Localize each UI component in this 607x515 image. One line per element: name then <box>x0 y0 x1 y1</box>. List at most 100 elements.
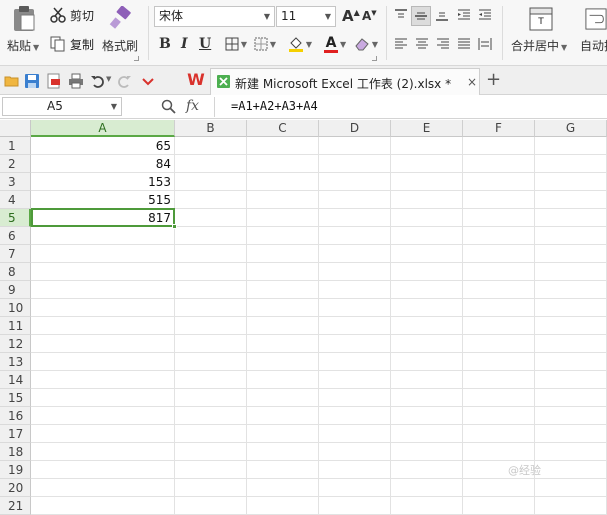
align-bottom-button[interactable] <box>433 6 451 24</box>
cell-b21[interactable] <box>175 497 247 515</box>
cell-b16[interactable] <box>175 407 247 425</box>
cell-c11[interactable] <box>247 317 319 335</box>
cell-d12[interactable] <box>319 335 391 353</box>
row-header-21[interactable]: 21 <box>0 497 31 515</box>
underline-button[interactable]: U <box>199 36 211 52</box>
cell-b4[interactable] <box>175 191 247 209</box>
cell-f7[interactable] <box>463 245 535 263</box>
cell-c4[interactable] <box>247 191 319 209</box>
align-left-button[interactable] <box>392 35 410 53</box>
cell-e5[interactable] <box>391 209 463 227</box>
row-header-4[interactable]: 4 <box>0 191 31 209</box>
row-header-3[interactable]: 3 <box>0 173 31 191</box>
cell-b19[interactable] <box>175 461 247 479</box>
undo-icon[interactable] <box>90 73 106 89</box>
cell-c12[interactable] <box>247 335 319 353</box>
cell-f13[interactable] <box>463 353 535 371</box>
cell-d15[interactable] <box>319 389 391 407</box>
cell-f6[interactable] <box>463 227 535 245</box>
cell-g3[interactable] <box>535 173 607 191</box>
cell-e2[interactable] <box>391 155 463 173</box>
cell-d13[interactable] <box>319 353 391 371</box>
clear-format-button[interactable]: ▼ <box>352 35 380 53</box>
cell-g2[interactable] <box>535 155 607 173</box>
cell-b7[interactable] <box>175 245 247 263</box>
justify-button[interactable] <box>455 35 473 53</box>
cell-a4[interactable]: 515 <box>31 191 175 209</box>
cell-f8[interactable] <box>463 263 535 281</box>
undo-dropdown-icon[interactable]: ▼ <box>106 75 111 83</box>
formula-input[interactable]: =A1+A2+A3+A4 <box>231 99 318 113</box>
cell-b6[interactable] <box>175 227 247 245</box>
cell-g14[interactable] <box>535 371 607 389</box>
column-header-a[interactable]: A <box>31 120 175 137</box>
cell-c2[interactable] <box>247 155 319 173</box>
indent-decrease-button[interactable] <box>455 6 473 24</box>
auto-wrap-label[interactable]: 自动换 <box>580 37 607 54</box>
cell-e9[interactable] <box>391 281 463 299</box>
cell-e13[interactable] <box>391 353 463 371</box>
cut-button[interactable]: 剪切 <box>50 6 100 24</box>
row-header-2[interactable]: 2 <box>0 155 31 173</box>
cell-c14[interactable] <box>247 371 319 389</box>
export-pdf-icon[interactable] <box>46 73 62 89</box>
row-header-6[interactable]: 6 <box>0 227 31 245</box>
cell-e19[interactable] <box>391 461 463 479</box>
cell-c18[interactable] <box>247 443 319 461</box>
row-header-5[interactable]: 5 <box>0 209 31 227</box>
cell-f14[interactable] <box>463 371 535 389</box>
cell-d7[interactable] <box>319 245 391 263</box>
cell-a19[interactable] <box>31 461 175 479</box>
cell-g1[interactable] <box>535 137 607 155</box>
row-header-14[interactable]: 14 <box>0 371 31 389</box>
cell-e10[interactable] <box>391 299 463 317</box>
print-icon[interactable] <box>68 73 84 89</box>
cell-d2[interactable] <box>319 155 391 173</box>
cell-c21[interactable] <box>247 497 319 515</box>
cell-b9[interactable] <box>175 281 247 299</box>
cell-e18[interactable] <box>391 443 463 461</box>
distributed-align-button[interactable] <box>476 35 494 53</box>
cell-g16[interactable] <box>535 407 607 425</box>
cell-g12[interactable] <box>535 335 607 353</box>
cell-b12[interactable] <box>175 335 247 353</box>
cell-f16[interactable] <box>463 407 535 425</box>
cell-d9[interactable] <box>319 281 391 299</box>
save-icon[interactable] <box>24 73 40 89</box>
customize-toolbar-icon[interactable] <box>140 73 156 89</box>
cell-g21[interactable] <box>535 497 607 515</box>
cell-a7[interactable] <box>31 245 175 263</box>
cell-f17[interactable] <box>463 425 535 443</box>
cell-b13[interactable] <box>175 353 247 371</box>
cell-g15[interactable] <box>535 389 607 407</box>
cell-d1[interactable] <box>319 137 391 155</box>
merge-center-button[interactable]: T <box>527 5 555 33</box>
chevron-down-icon[interactable]: ▼ <box>340 40 346 49</box>
cell-d19[interactable] <box>319 461 391 479</box>
cell-f5[interactable] <box>463 209 535 227</box>
row-header-9[interactable]: 9 <box>0 281 31 299</box>
cell-g4[interactable] <box>535 191 607 209</box>
cell-c15[interactable] <box>247 389 319 407</box>
paste-label-wrap[interactable]: 粘贴 ▼ <box>7 37 39 54</box>
cell-e14[interactable] <box>391 371 463 389</box>
cell-f15[interactable] <box>463 389 535 407</box>
select-all-corner[interactable] <box>0 120 31 137</box>
row-header-1[interactable]: 1 <box>0 137 31 155</box>
cell-a14[interactable] <box>31 371 175 389</box>
row-header-18[interactable]: 18 <box>0 443 31 461</box>
clipboard-group-launcher[interactable] <box>134 56 139 61</box>
insert-function-button[interactable]: fx <box>186 98 199 114</box>
cell-c16[interactable] <box>247 407 319 425</box>
align-middle-button[interactable] <box>411 6 431 26</box>
open-folder-icon[interactable] <box>4 73 20 89</box>
font-group-launcher[interactable] <box>372 56 377 61</box>
cell-d5[interactable] <box>319 209 391 227</box>
increase-font-button[interactable]: A▲ <box>342 7 360 25</box>
column-header-b[interactable]: B <box>175 120 247 137</box>
cell-a20[interactable] <box>31 479 175 497</box>
row-header-8[interactable]: 8 <box>0 263 31 281</box>
cell-f12[interactable] <box>463 335 535 353</box>
column-header-c[interactable]: C <box>247 120 319 137</box>
cell-a2[interactable]: 84 <box>31 155 175 173</box>
